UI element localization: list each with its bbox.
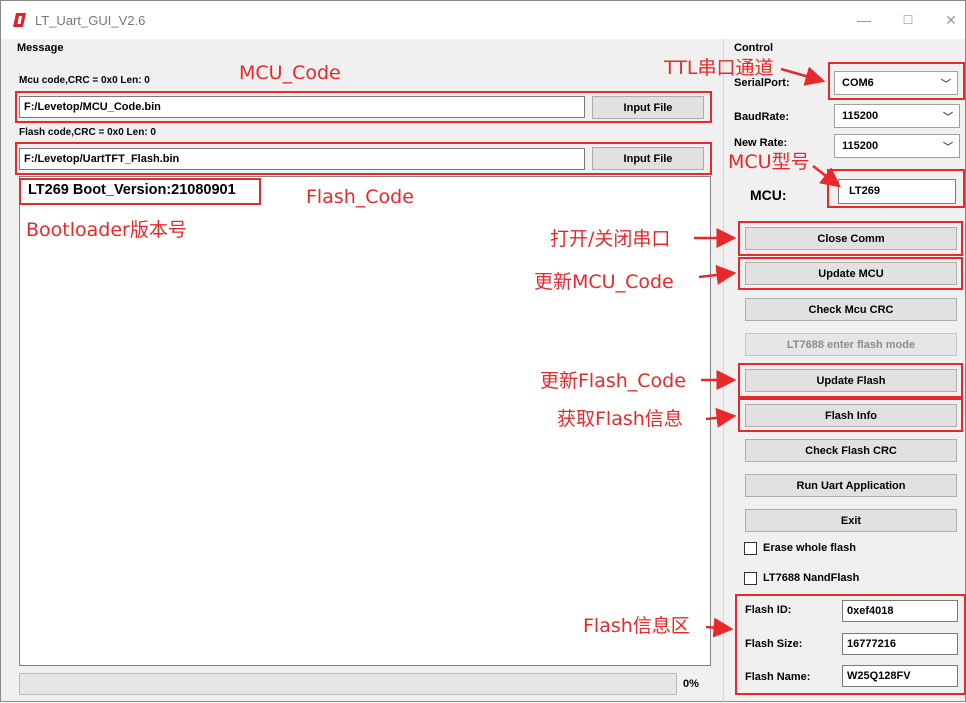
flash-info-area-arrow [705, 617, 734, 638]
flash-info-arrow [705, 407, 737, 428]
mcu-model-arrow [812, 165, 841, 188]
annotation-arrows [694, 66, 841, 638]
serial-port-arrow [780, 66, 826, 86]
update-mcu-arrow [698, 265, 737, 285]
app-window: LT_Uart_GUI_V2.6 — ☐ ✕ Message Mcu code,… [0, 0, 966, 703]
